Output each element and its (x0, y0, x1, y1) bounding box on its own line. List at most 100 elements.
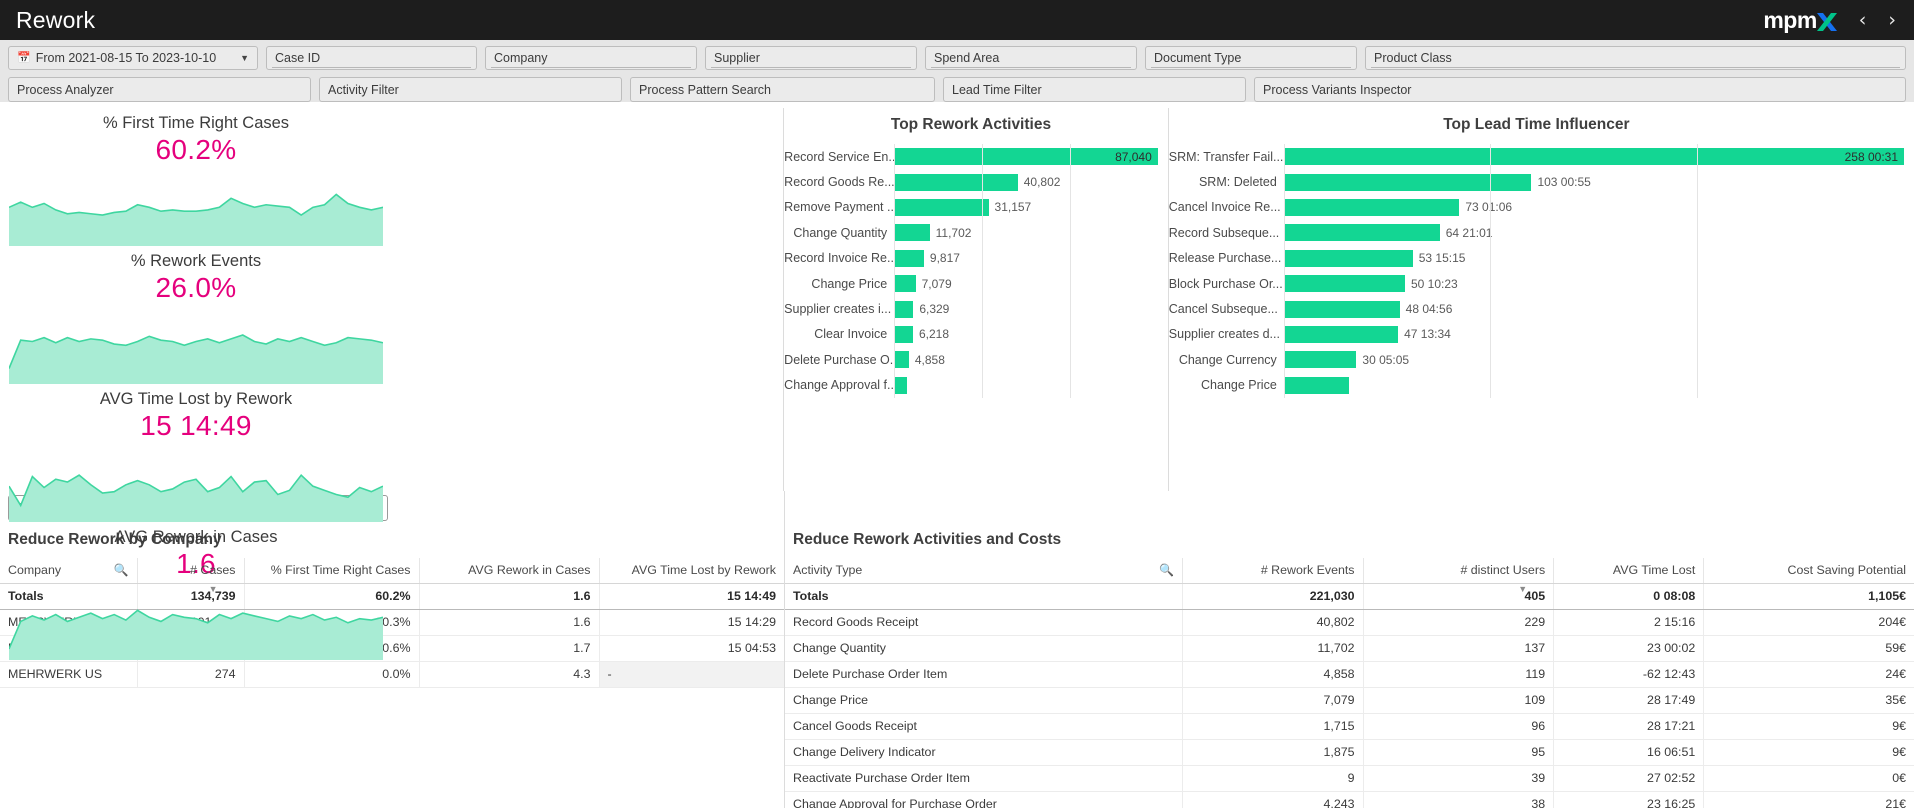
spend-area-filter[interactable]: Spend Area (925, 46, 1137, 70)
date-range-filter[interactable]: 📅 From 2021-08-15 To 2023-10-10 ▼ (8, 46, 258, 70)
bar-row[interactable]: Record Invoice Re... 9,817 (784, 246, 1158, 271)
bar-row[interactable]: Delete Purchase O... 4,858 (784, 347, 1158, 372)
bar-category-label: Change Approval f... (784, 378, 895, 393)
table-cell: 9€ (1703, 713, 1914, 740)
bar[interactable] (894, 300, 914, 318)
kpi-value: 26.0% (155, 272, 237, 303)
column-header[interactable]: # Rework Events (1182, 558, 1364, 584)
chart-gridline (894, 144, 896, 398)
search-icon[interactable]: 🔍 (1159, 563, 1174, 577)
bar[interactable] (1283, 376, 1349, 394)
bar-row[interactable]: Remove Payment ... 31,157 (784, 195, 1158, 220)
bar-row[interactable]: SRM: Transfer Fail... 258 00:31 (1169, 144, 1904, 169)
bar-category-label: Block Purchase Or... (1168, 276, 1283, 291)
bar-track: 64 21:01 (1283, 220, 1904, 245)
bar[interactable] (1283, 249, 1413, 267)
table-row[interactable]: Cancel Goods Receipt 1,715 96 28 17:21 9€ (785, 713, 1914, 740)
search-icon[interactable]: 🔍 (114, 563, 129, 577)
bar-row[interactable]: Change Price 7,079 (784, 271, 1158, 296)
column-header[interactable]: AVG Time Lost (1553, 558, 1705, 584)
bar-row[interactable]: Change Currency 30 05:05 (1169, 347, 1904, 372)
bar-row[interactable]: Supplier creates d... 47 13:34 (1169, 322, 1904, 347)
table-row[interactable]: Record Goods Receipt 40,802 229 2 15:16 204€ (785, 609, 1914, 636)
activities-table-title: Reduce Rework Activities and Costs (793, 531, 1062, 548)
bar[interactable] (1283, 275, 1405, 293)
column-header[interactable]: AVG Time Lost by Rework (599, 558, 784, 584)
column-header[interactable]: # Cases (137, 558, 245, 584)
chart-gridline (1283, 144, 1285, 398)
process-analyzer-button[interactable]: Process Analyzer (8, 77, 311, 102)
table-row[interactable]: Change Quantity 11,702 137 23 00:02 59€ (785, 635, 1914, 662)
bar[interactable] (894, 198, 989, 216)
lead-time-filter-label: Lead Time Filter (952, 82, 1042, 97)
bar-row[interactable]: Clear Invoice 6,218 (784, 322, 1158, 347)
bar[interactable] (894, 376, 908, 394)
bar[interactable]: 87,040 (894, 148, 1158, 166)
bar-row[interactable]: Release Purchase... 53 15:15 (1169, 246, 1904, 271)
activities-spacer (785, 491, 1914, 521)
column-header[interactable]: Company 🔍 (0, 558, 138, 584)
bar[interactable] (1283, 300, 1400, 318)
case-id-filter[interactable]: Case ID (266, 46, 477, 70)
bar-row[interactable]: Record Service En... 87,040 (784, 144, 1158, 169)
bar[interactable] (894, 275, 916, 293)
next-page-icon[interactable]: › (1888, 10, 1896, 30)
document-type-filter[interactable]: Document Type (1145, 46, 1357, 70)
bar[interactable] (894, 325, 913, 343)
activity-filter-label: Activity Filter (328, 82, 399, 97)
bar-row[interactable]: Block Purchase Or... 50 10:23 (1169, 271, 1904, 296)
activity-filter-button[interactable]: Activity Filter (319, 77, 622, 102)
product-class-filter[interactable]: Product Class (1365, 46, 1906, 70)
bar-row[interactable]: SRM: Deleted 103 00:55 (1169, 169, 1904, 194)
bar[interactable] (894, 224, 930, 242)
bar-row[interactable]: Change Approval f... (784, 373, 1158, 398)
filter-row-tools: Process Analyzer Activity Filter Process… (8, 77, 1906, 102)
table-cell: MEHRWERK US (0, 661, 138, 688)
bar-row[interactable]: Change Quantity 11,702 (784, 220, 1158, 245)
bar[interactable] (894, 351, 909, 369)
bar-row[interactable]: Cancel Subseque... 48 04:56 (1169, 296, 1904, 321)
process-pattern-search-button[interactable]: Process Pattern Search (630, 77, 935, 102)
bar-track: 103 00:55 (1283, 169, 1904, 194)
table-cell: 1,875 (1182, 739, 1364, 766)
bar[interactable] (1283, 224, 1440, 242)
bar[interactable] (1283, 351, 1357, 369)
table-cell: 23 16:25 (1553, 791, 1705, 808)
table-cell: 16 06:51 (1553, 739, 1705, 766)
column-header[interactable]: % First Time Right Cases (244, 558, 420, 584)
column-header[interactable]: AVG Rework in Cases (419, 558, 600, 584)
bar-value-label: 53 15:15 (1418, 251, 1466, 266)
company-filter[interactable]: Company (485, 46, 697, 70)
bar[interactable] (1283, 325, 1399, 343)
supplier-filter[interactable]: Supplier (705, 46, 917, 70)
chart-bars: SRM: Transfer Fail... 258 00:31 SRM: Del… (1169, 144, 1904, 398)
column-header[interactable]: # distinct Users (1363, 558, 1555, 584)
bar[interactable] (1283, 198, 1460, 216)
bar-row[interactable]: Supplier creates i... 6,329 (784, 296, 1158, 321)
chevron-down-icon: ▼ (240, 53, 249, 63)
filter-bar: 📅 From 2021-08-15 To 2023-10-10 ▼ Case I… (0, 40, 1914, 102)
process-variants-inspector-button[interactable]: Process Variants Inspector (1254, 77, 1906, 102)
table-row[interactable]: Change Delivery Indicator 1,875 95 16 06:51… (785, 739, 1914, 766)
column-header[interactable]: Cost Saving Potential (1703, 558, 1914, 584)
bar-row[interactable]: Change Price (1169, 373, 1904, 398)
lead-time-filter-button[interactable]: Lead Time Filter (943, 77, 1246, 102)
table-row[interactable]: Change Approval for Purchase Order 4,243 3… (785, 791, 1914, 808)
table-row[interactable]: Change Price 7,079 109 28 17:49 35€ (785, 687, 1914, 714)
table-row[interactable]: Reactivate Purchase Order Item 9 39 27 02:5… (785, 765, 1914, 792)
bar-category-label: Change Quantity (793, 225, 888, 240)
bar-row[interactable]: Record Goods Re... 40,802 (784, 169, 1158, 194)
bar[interactable]: 258 00:31 (1283, 148, 1904, 166)
prev-page-icon[interactable]: ‹ (1859, 10, 1867, 30)
table-row[interactable]: MEHRWERK US 274 0.0% 4.3- (0, 661, 784, 688)
bar-row[interactable]: Cancel Invoice Re... 73 01:06 (1169, 195, 1904, 220)
app-header: Rework mpm ‹ › (0, 0, 1914, 40)
bar[interactable] (894, 173, 1018, 191)
bar[interactable] (894, 249, 924, 267)
bar[interactable] (1283, 173, 1532, 191)
bar-row[interactable]: Record Subseque... 64 21:01 (1169, 220, 1904, 245)
table-row[interactable]: Delete Purchase Order Item 4,858 119 -62 12… (785, 661, 1914, 688)
column-header[interactable]: Activity Type 🔍 (785, 558, 1184, 584)
document-type-filter-label: Document Type (1154, 51, 1242, 65)
bar-value-label: 30 05:05 (1362, 352, 1410, 367)
